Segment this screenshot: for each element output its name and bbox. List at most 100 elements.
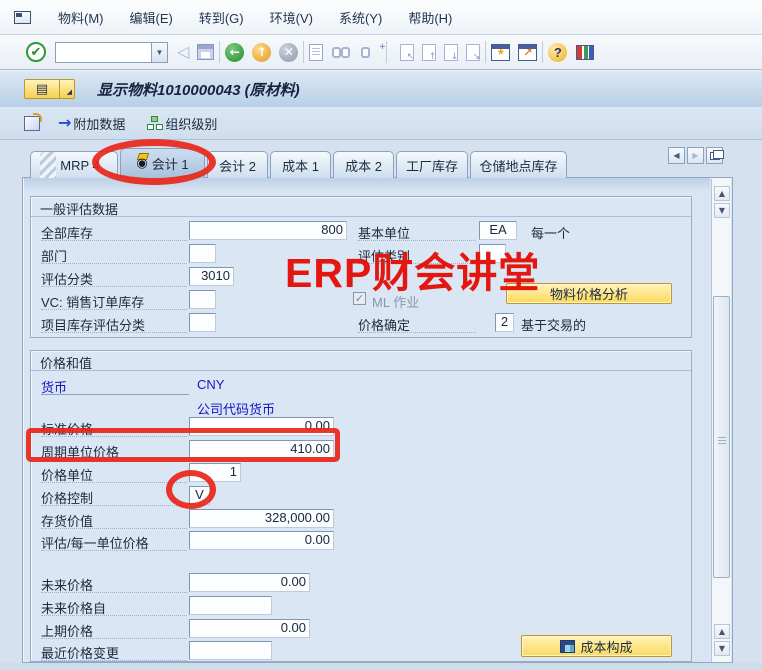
price-unit-field[interactable]: 1 bbox=[189, 463, 241, 482]
view-icon: ◉ bbox=[136, 157, 147, 170]
price-unit-label: 价格单位 bbox=[41, 465, 187, 483]
find-next-icon[interactable]: + bbox=[361, 46, 381, 59]
org-levels-button[interactable]: 组织级别 bbox=[165, 114, 217, 133]
page-up-arrow: ↑ bbox=[429, 52, 437, 62]
last-price-change-field[interactable] bbox=[189, 641, 272, 660]
inventory-value-field[interactable]: 328,000.00 bbox=[189, 509, 334, 528]
scroll-up-button-bottom[interactable]: ▲ bbox=[714, 624, 730, 639]
vc-sales-order-stock-field[interactable] bbox=[189, 290, 216, 309]
standard-price-field[interactable]: 0.00 bbox=[189, 417, 334, 436]
tab-label: 成本 1 bbox=[282, 156, 319, 175]
panel-top-gradient bbox=[24, 178, 710, 192]
tab-mrp4[interactable]: MRP 4 bbox=[30, 151, 118, 178]
page-title: 显示物料1010000043 (原材料) bbox=[97, 79, 300, 100]
total-stock-field[interactable]: 800 bbox=[189, 221, 347, 240]
valuation-class-field[interactable]: 3010 bbox=[189, 267, 234, 286]
help-icon[interactable]: ? bbox=[548, 43, 567, 62]
menu-item-help[interactable]: 帮助(H) bbox=[395, 5, 465, 30]
additional-data-button[interactable]: 附加数据 bbox=[73, 114, 125, 133]
standard-toolbar: ✔ ▼ ◁ ← ↑ ✕ + ↖ ↑ ↓ ↘ * ↗ ? bbox=[0, 35, 762, 70]
periodic-unit-price-field[interactable]: 410.00 bbox=[189, 440, 334, 459]
previous-price-label: 上期价格 bbox=[41, 621, 187, 639]
tab-scroll-controls: ◀ ▶ bbox=[668, 147, 723, 164]
tab-accounting1[interactable]: ◉ 会计 1 bbox=[120, 148, 205, 178]
toolbar-separator bbox=[303, 41, 304, 63]
menu-corner-icon: ◢ bbox=[60, 79, 75, 99]
value-per-unit-field[interactable]: 0.00 bbox=[189, 531, 334, 550]
window-menu-icon[interactable] bbox=[14, 11, 31, 24]
cost-components-button[interactable]: 成本构成 bbox=[521, 635, 672, 657]
previous-price-field[interactable]: 0.00 bbox=[189, 619, 310, 638]
customize-layout-icon[interactable] bbox=[576, 45, 594, 60]
enter-button[interactable]: ✔ bbox=[26, 42, 46, 62]
price-determination-field[interactable]: 2 bbox=[495, 313, 514, 332]
scroll-down-button-bottom[interactable]: ▼ bbox=[714, 641, 730, 656]
application-toolbar: → 附加数据 组织级别 bbox=[0, 107, 762, 140]
chevron-down-icon: ▼ bbox=[156, 48, 164, 57]
table-icon bbox=[560, 640, 575, 653]
button-label: 成本构成 bbox=[580, 637, 632, 656]
new-session-icon[interactable]: * bbox=[491, 44, 510, 61]
exit-button[interactable]: ↑ bbox=[252, 43, 271, 62]
first-page-icon[interactable]: ↖ bbox=[400, 44, 414, 61]
currency-label: 货币 bbox=[41, 377, 189, 395]
title-bar: ▤ ◢ 显示物料1010000043 (原材料) bbox=[0, 70, 762, 107]
save-icon[interactable] bbox=[197, 44, 214, 60]
menu-item-environment[interactable]: 环境(V) bbox=[257, 5, 326, 30]
tab-label: MRP 4 bbox=[60, 158, 100, 173]
scrollbar-thumb[interactable] bbox=[713, 296, 730, 578]
base-unit-label: 基本单位 bbox=[358, 223, 476, 241]
division-label: 部门 bbox=[41, 246, 187, 264]
scroll-down-button[interactable]: ▼ bbox=[714, 203, 730, 218]
base-unit-field[interactable]: EA bbox=[479, 221, 517, 240]
toolbar-separator bbox=[386, 41, 387, 63]
scroll-up-button[interactable]: ▲ bbox=[714, 186, 730, 201]
command-input[interactable] bbox=[55, 42, 151, 63]
future-price-from-label: 未来价格自 bbox=[41, 598, 187, 616]
next-screen-arrow-icon: → bbox=[58, 115, 71, 131]
value-per-unit-label: 评估/每一单位价格 bbox=[41, 533, 187, 551]
tab-costing2[interactable]: 成本 2 bbox=[333, 151, 394, 178]
tab-storage-location-stock[interactable]: 仓储地点库存 bbox=[470, 151, 567, 178]
find-icon[interactable] bbox=[332, 46, 352, 59]
total-stock-label: 全部库存 bbox=[41, 223, 187, 241]
last-price-change-label: 最近价格变更 bbox=[41, 643, 187, 661]
create-shortcut-icon[interactable]: ↗ bbox=[518, 44, 537, 61]
base-unit-text: 每一个 bbox=[531, 223, 570, 242]
menu-item-material[interactable]: 物料(M) bbox=[45, 5, 117, 30]
tab-scroll-right-button[interactable]: ▶ bbox=[687, 147, 704, 164]
group-title: 价格和值 bbox=[31, 351, 691, 371]
valuation-class-label: 评估分类 bbox=[41, 269, 187, 287]
menu-item-system[interactable]: 系统(Y) bbox=[326, 5, 395, 30]
print-icon[interactable] bbox=[309, 44, 323, 61]
last-page-icon[interactable]: ↘ bbox=[466, 44, 480, 61]
back-arrow-icon: ← bbox=[230, 45, 240, 59]
tab-scroll-left-button[interactable]: ◀ bbox=[668, 147, 685, 164]
cancel-button[interactable]: ✕ bbox=[279, 43, 298, 62]
back-triangle-icon[interactable]: ◁ bbox=[177, 44, 189, 60]
menu-item-edit[interactable]: 编辑(E) bbox=[117, 5, 186, 30]
future-price-from-field[interactable] bbox=[189, 596, 272, 615]
tab-costing1[interactable]: 成本 1 bbox=[270, 151, 331, 178]
price-control-label: 价格控制 bbox=[41, 488, 187, 506]
tab-plant-stock[interactable]: 工厂库存 bbox=[396, 151, 468, 178]
back-button[interactable]: ← bbox=[225, 43, 244, 62]
screen-menu-button[interactable]: ▤ ◢ bbox=[24, 79, 75, 99]
tab-accounting2[interactable]: 会计 2 bbox=[207, 151, 268, 178]
project-stock-val-class-field[interactable] bbox=[189, 313, 216, 332]
cancel-x-icon: ✕ bbox=[284, 45, 294, 59]
window-bottom-strip bbox=[0, 663, 762, 670]
price-control-field[interactable]: V bbox=[189, 486, 210, 505]
left-arrow-icon: ◀ bbox=[673, 151, 679, 160]
command-dropdown-button[interactable]: ▼ bbox=[151, 42, 168, 63]
previous-page-icon[interactable]: ↑ bbox=[422, 44, 436, 61]
price-determination-label: 价格确定 bbox=[358, 315, 476, 333]
menu-item-goto[interactable]: 转到(G) bbox=[186, 5, 257, 30]
future-price-field[interactable]: 0.00 bbox=[189, 573, 310, 592]
display-change-toggle-icon[interactable] bbox=[24, 116, 40, 131]
next-page-icon[interactable]: ↓ bbox=[444, 44, 458, 61]
vertical-scrollbar[interactable]: ▲ ▼ ▲ ▼ bbox=[711, 179, 731, 662]
division-field[interactable] bbox=[189, 244, 216, 263]
tab-fullscreen-button[interactable] bbox=[706, 147, 723, 164]
project-stock-val-class-label: 项目库存评估分类 bbox=[41, 315, 187, 333]
